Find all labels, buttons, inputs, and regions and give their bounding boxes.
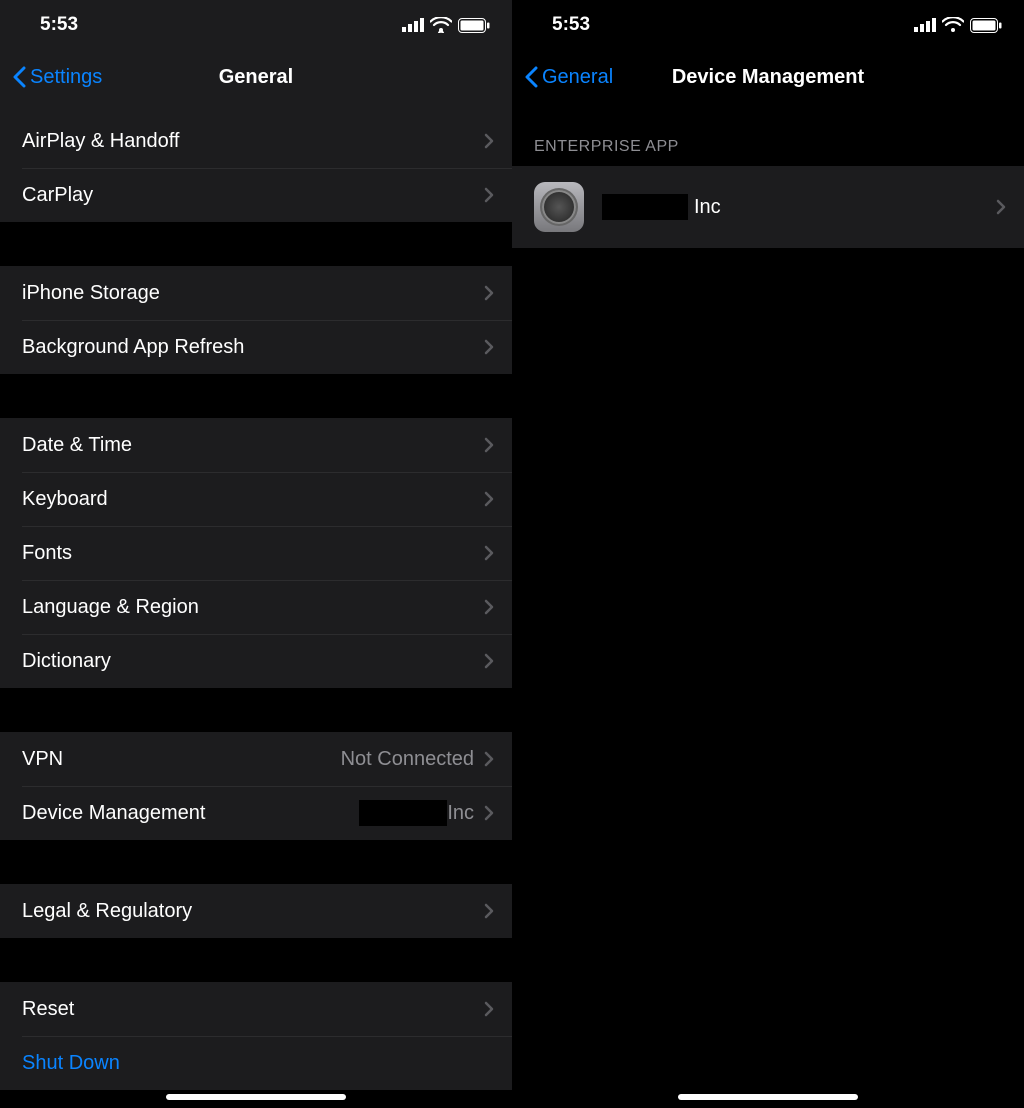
status-time: 5:53 xyxy=(552,14,590,36)
chevron-right-icon xyxy=(996,199,1006,215)
row-label: Shut Down xyxy=(22,1052,494,1075)
row-background-app-refresh[interactable]: Background App Refresh xyxy=(0,320,512,374)
row-label: VPN xyxy=(22,748,341,771)
row-shut-down[interactable]: Shut Down xyxy=(0,1036,512,1090)
device-management-content: Enterprise App Inc xyxy=(512,104,1024,1108)
row-vpn[interactable]: VPN Not Connected xyxy=(0,732,512,786)
gear-icon xyxy=(542,190,576,224)
screen-device-management: 5:53 General Device Management Enterpris… xyxy=(512,0,1024,1108)
home-indicator[interactable] xyxy=(678,1094,858,1100)
row-iphone-storage[interactable]: iPhone Storage xyxy=(0,266,512,320)
row-date-time[interactable]: Date & Time xyxy=(0,418,512,472)
row-enterprise-profile[interactable]: Inc xyxy=(512,166,1024,248)
nav-bar: General Device Management xyxy=(512,50,1024,104)
chevron-right-icon xyxy=(484,545,494,561)
row-label: Legal & Regulatory xyxy=(22,900,484,923)
row-device-management[interactable]: Device Management Inc xyxy=(0,786,512,840)
back-button[interactable]: Settings xyxy=(12,66,102,89)
chevron-right-icon xyxy=(484,1001,494,1017)
home-indicator[interactable] xyxy=(166,1094,346,1100)
cellular-icon xyxy=(914,18,936,32)
row-label: Fonts xyxy=(22,542,484,565)
back-label: Settings xyxy=(30,66,102,89)
chevron-right-icon xyxy=(484,653,494,669)
wifi-icon xyxy=(942,17,964,33)
chevron-left-icon xyxy=(524,66,538,88)
row-airplay-handoff[interactable]: AirPlay & Handoff xyxy=(0,114,512,168)
chevron-right-icon xyxy=(484,285,494,301)
profile-name: Inc xyxy=(602,194,978,220)
chevron-right-icon xyxy=(484,599,494,615)
row-dictionary[interactable]: Dictionary xyxy=(0,634,512,688)
row-legal-regulatory[interactable]: Legal & Regulatory xyxy=(0,884,512,938)
chevron-right-icon xyxy=(484,903,494,919)
row-language-region[interactable]: Language & Region xyxy=(0,580,512,634)
row-reset[interactable]: Reset xyxy=(0,982,512,1036)
row-label: AirPlay & Handoff xyxy=(22,130,484,153)
chevron-right-icon xyxy=(484,133,494,149)
status-bar: 5:53 xyxy=(0,0,512,50)
chevron-left-icon xyxy=(12,66,26,88)
row-label: Background App Refresh xyxy=(22,336,484,359)
status-time: 5:53 xyxy=(40,14,78,36)
chevron-right-icon xyxy=(484,187,494,203)
settings-list: AirPlay & Handoff CarPlay iPhone Storage… xyxy=(0,104,512,1108)
row-label: Keyboard xyxy=(22,488,484,511)
chevron-right-icon xyxy=(484,751,494,767)
row-label: Date & Time xyxy=(22,434,484,457)
screen-general: 5:53 Settings General AirPlay & Handoff xyxy=(0,0,512,1108)
row-label: iPhone Storage xyxy=(22,282,484,305)
wifi-icon xyxy=(430,17,452,33)
status-bar: 5:53 xyxy=(512,0,1024,50)
chevron-right-icon xyxy=(484,437,494,453)
battery-icon xyxy=(458,18,490,33)
chevron-right-icon xyxy=(484,491,494,507)
profile-gear-icon xyxy=(534,182,584,232)
status-right xyxy=(914,17,1002,33)
redacted-text xyxy=(359,800,447,826)
redacted-text xyxy=(602,194,688,220)
row-value: Inc xyxy=(359,800,474,826)
chevron-right-icon xyxy=(484,805,494,821)
row-fonts[interactable]: Fonts xyxy=(0,526,512,580)
row-label: Dictionary xyxy=(22,650,484,673)
row-keyboard[interactable]: Keyboard xyxy=(0,472,512,526)
row-label: Device Management xyxy=(22,802,359,825)
nav-bar: Settings General xyxy=(0,50,512,104)
row-label: CarPlay xyxy=(22,184,484,207)
row-label: Language & Region xyxy=(22,596,484,619)
section-header-enterprise-app: Enterprise App xyxy=(512,104,1024,166)
row-carplay[interactable]: CarPlay xyxy=(0,168,512,222)
row-label: Reset xyxy=(22,998,484,1021)
cellular-icon xyxy=(402,18,424,32)
status-right xyxy=(402,17,490,33)
back-button[interactable]: General xyxy=(524,66,613,89)
battery-icon xyxy=(970,18,1002,33)
chevron-right-icon xyxy=(484,339,494,355)
row-value: Not Connected xyxy=(341,748,474,771)
back-label: General xyxy=(542,66,613,89)
